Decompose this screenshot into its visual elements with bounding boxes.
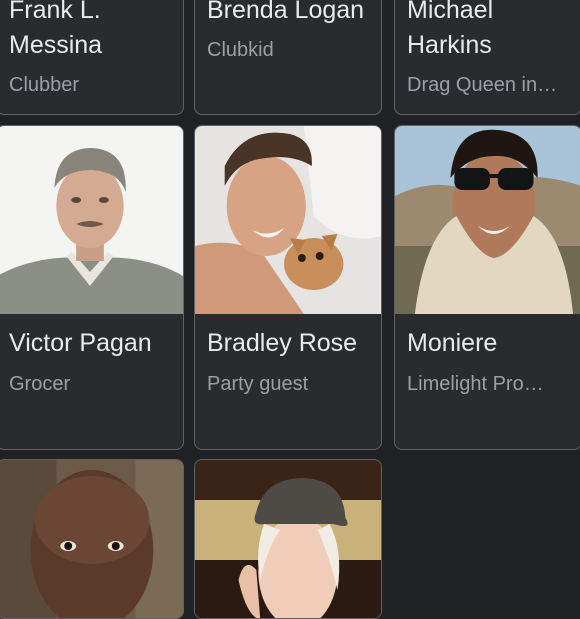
person-card-brenda-logan[interactable]: Brenda Logan Clubkid (194, 0, 382, 115)
person-card-6[interactable] (0, 459, 184, 619)
person-photo (195, 460, 381, 618)
person-name: Frank L. (9, 0, 101, 24)
person-name-line2: Harkins (407, 31, 492, 59)
person-name: Bradley Rose (207, 329, 358, 357)
people-carousel-grid: Frank L. Messina Clubber Brenda Logan Cl… (0, 0, 580, 619)
person-photo (0, 460, 183, 618)
person-name: Brenda Logan (207, 0, 365, 24)
person-card-frank-messina[interactable]: Frank L. Messina Clubber (0, 0, 184, 115)
person-name: Michael (407, 0, 494, 24)
person-photo (395, 126, 580, 314)
person-role: Limelight Pro… (407, 373, 544, 395)
person-card-michael-harkins[interactable]: Michael Harkins Drag Queen in… (394, 0, 580, 115)
person-role: Clubkid (207, 39, 274, 61)
person-name: Victor Pagan (9, 329, 152, 357)
person-role: Clubber (9, 74, 80, 96)
person-photo (195, 126, 381, 314)
person-card-bradley-rose[interactable]: Bradley Rose Party guest (194, 125, 382, 450)
person-photo (0, 126, 183, 314)
person-card-victor-pagan[interactable]: Victor Pagan Grocer (0, 125, 184, 450)
person-name: Moniere (407, 329, 498, 357)
person-name-line2: Messina (9, 31, 103, 59)
person-card-7[interactable] (194, 459, 382, 619)
person-role: Drag Queen in… (407, 74, 558, 96)
person-card-moniere[interactable]: Moniere Limelight Pro… (394, 125, 580, 450)
person-role: Party guest (207, 373, 309, 395)
person-role: Grocer (9, 373, 71, 395)
